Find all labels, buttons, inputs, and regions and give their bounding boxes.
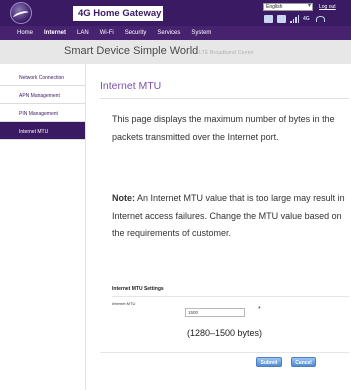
section-divider (112, 296, 349, 297)
tab-lan[interactable]: LAN (77, 30, 89, 36)
form-divider (100, 352, 349, 353)
tab-services[interactable]: Services (157, 30, 180, 36)
language-select[interactable]: English (263, 3, 313, 11)
tab-home[interactable]: Home (17, 30, 33, 36)
submit-button[interactable]: Submit (256, 357, 282, 367)
wifi-icon (316, 15, 325, 22)
mtu-field-label: Internet MTU (112, 301, 136, 306)
tab-security[interactable]: Security (125, 30, 147, 36)
message-icon[interactable] (277, 14, 286, 23)
page-description: This page displays the maximum number of… (112, 114, 335, 142)
banner-subtitle: LTE Broadband Center (199, 50, 255, 56)
tab-wifi[interactable]: Wi-Fi (100, 30, 114, 36)
title-divider (100, 98, 349, 99)
signal-bars-icon (290, 14, 299, 23)
page-title: Internet MTU (100, 80, 162, 92)
cancel-button[interactable]: Cancel (291, 357, 316, 367)
sidebar: Network Connection APN Management PIN Ma… (0, 64, 86, 390)
note-paragraph: Note: An Internet MTU value that is too … (112, 190, 350, 243)
section-title: Internet MTU Settings (112, 286, 164, 292)
sidebar-item-pin-management[interactable]: PIN Management (0, 104, 85, 122)
banner-slogan: Smart Device Simple World (64, 45, 199, 57)
sim-icon (264, 14, 273, 23)
gateway-title: 4G Home Gateway (73, 6, 163, 21)
tab-system[interactable]: System (191, 30, 211, 36)
sidebar-item-network-connection[interactable]: Network Connection (0, 68, 85, 86)
sidebar-item-internet-mtu[interactable]: Internet MTU (0, 122, 85, 140)
tab-internet[interactable]: Internet (44, 30, 66, 36)
brand-logo-icon (10, 2, 32, 24)
status-icons: 4G (264, 13, 334, 24)
main-nav: Home Internet LAN Wi-Fi Security Service… (0, 26, 351, 40)
top-header: 4G Home Gateway English Log out 4G (0, 0, 351, 26)
mtu-range-hint: (1280–1500 bytes) (187, 328, 263, 338)
banner: Smart Device Simple World LTE Broadband … (0, 40, 351, 64)
required-mark: * (258, 306, 261, 313)
mtu-input[interactable]: 1500 (185, 308, 245, 317)
main-content: Internet MTU This page displays the maxi… (86, 64, 351, 390)
logout-link[interactable]: Log out (319, 4, 336, 10)
note-label: Note: (112, 193, 135, 203)
sidebar-item-apn-management[interactable]: APN Management (0, 86, 85, 104)
network-type-icon: 4G (303, 15, 310, 22)
note-text: An Internet MTU value that is too large … (112, 193, 345, 238)
